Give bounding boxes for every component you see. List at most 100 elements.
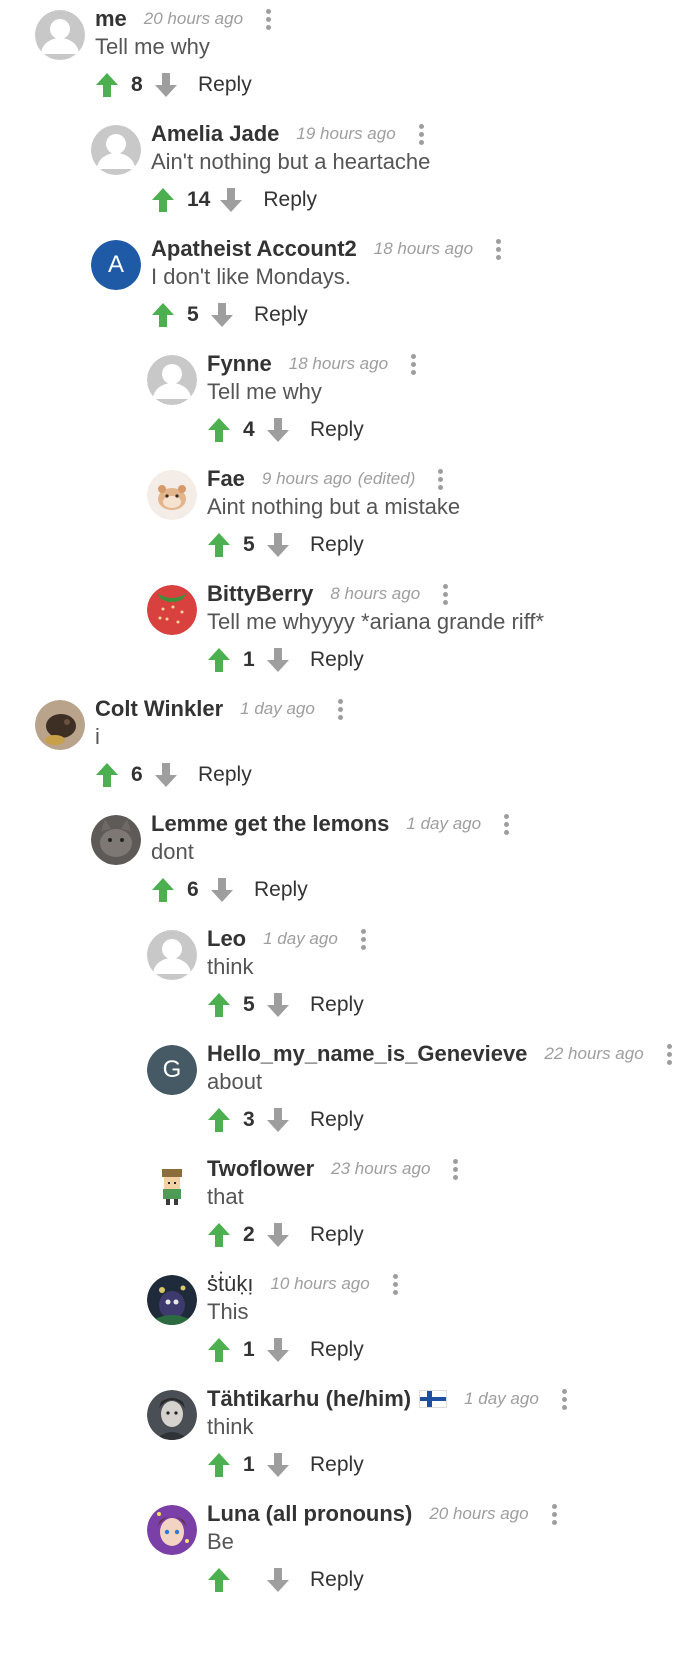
vote-count: 4: [243, 418, 255, 441]
username[interactable]: Tähtikarhu (he/him): [207, 1386, 411, 1412]
reply-button[interactable]: Reply: [310, 993, 364, 1017]
more-options-icon[interactable]: [418, 122, 424, 146]
reply-button[interactable]: Reply: [310, 418, 364, 442]
more-options-icon[interactable]: [410, 352, 417, 376]
more-options-icon[interactable]: [337, 697, 343, 721]
timestamp[interactable]: 1 day ago: [263, 929, 338, 949]
upvote-arrow-icon[interactable]: [207, 1337, 231, 1363]
username[interactable]: Colt Winkler: [95, 696, 223, 722]
upvote-arrow-icon[interactable]: [207, 1452, 231, 1478]
portrait-avatar[interactable]: [147, 1390, 197, 1440]
strawberry-avatar[interactable]: [147, 585, 197, 635]
default-avatar[interactable]: [147, 355, 197, 405]
upvote-arrow-icon[interactable]: [95, 762, 119, 788]
reply-button[interactable]: Reply: [198, 73, 252, 97]
timestamp[interactable]: 20 hours ago: [144, 9, 243, 29]
upvote-arrow-icon[interactable]: [207, 532, 231, 558]
letter-avatar[interactable]: G: [147, 1045, 197, 1095]
more-options-icon[interactable]: [265, 7, 272, 31]
downvote-arrow-icon[interactable]: [210, 302, 234, 328]
reply-button[interactable]: Reply: [310, 1223, 364, 1247]
username[interactable]: Luna (all pronouns): [207, 1501, 412, 1527]
username[interactable]: Fynne: [207, 351, 272, 377]
more-options-icon[interactable]: [392, 1272, 398, 1296]
username[interactable]: Twoflower: [207, 1156, 314, 1182]
reply-button[interactable]: Reply: [310, 1453, 364, 1477]
reply-button[interactable]: Reply: [198, 763, 252, 787]
username[interactable]: Amelia Jade: [151, 121, 279, 147]
default-avatar[interactable]: [147, 930, 197, 980]
photo-avatar[interactable]: [35, 700, 85, 750]
upvote-arrow-icon[interactable]: [151, 877, 175, 903]
more-options-icon[interactable]: [360, 927, 366, 951]
hamster-avatar[interactable]: [147, 470, 197, 520]
upvote-arrow-icon[interactable]: [207, 1222, 231, 1248]
downvote-arrow-icon[interactable]: [266, 1337, 290, 1363]
reply-button[interactable]: Reply: [310, 1108, 364, 1132]
more-options-icon[interactable]: [551, 1502, 557, 1526]
reply-button[interactable]: Reply: [310, 1338, 364, 1362]
downvote-arrow-icon[interactable]: [266, 1567, 290, 1593]
reply-button[interactable]: Reply: [310, 648, 364, 672]
timestamp[interactable]: 9 hours ago: [262, 469, 352, 489]
timestamp[interactable]: 10 hours ago: [270, 1274, 369, 1294]
username[interactable]: me: [95, 6, 127, 32]
downvote-arrow-icon[interactable]: [154, 72, 178, 98]
timestamp[interactable]: 18 hours ago: [289, 354, 388, 374]
downvote-arrow-icon[interactable]: [219, 187, 243, 213]
timestamp[interactable]: 18 hours ago: [374, 239, 473, 259]
upvote-arrow-icon[interactable]: [151, 302, 175, 328]
upvote-arrow-icon[interactable]: [207, 1107, 231, 1133]
more-options-icon[interactable]: [437, 467, 444, 491]
downvote-arrow-icon[interactable]: [266, 417, 290, 443]
reply-button[interactable]: Reply: [263, 188, 317, 212]
username[interactable]: Apatheist Account2: [151, 236, 357, 262]
timestamp[interactable]: 19 hours ago: [296, 124, 395, 144]
timestamp[interactable]: 20 hours ago: [429, 1504, 528, 1524]
username[interactable]: Fae: [207, 466, 245, 492]
upvote-arrow-icon[interactable]: [207, 992, 231, 1018]
timestamp[interactable]: 22 hours ago: [544, 1044, 643, 1064]
cat-photo-avatar[interactable]: [91, 815, 141, 865]
timestamp[interactable]: 1 day ago: [240, 699, 315, 719]
username[interactable]: BittyBerry: [207, 581, 313, 607]
downvote-arrow-icon[interactable]: [266, 532, 290, 558]
letter-avatar[interactable]: A: [91, 240, 141, 290]
pixel-character-avatar[interactable]: [147, 1160, 197, 1210]
more-options-icon[interactable]: [495, 237, 502, 261]
upvote-arrow-icon[interactable]: [207, 647, 231, 673]
downvote-arrow-icon[interactable]: [154, 762, 178, 788]
reply-button[interactable]: Reply: [310, 1568, 364, 1592]
username[interactable]: Lemme get the lemons: [151, 811, 389, 837]
username[interactable]: ṡ̇ṫu̇ḳı̣: [207, 1271, 253, 1297]
night-photo-avatar[interactable]: [147, 1275, 197, 1325]
username[interactable]: Hello_my_name_is_Genevieve: [207, 1041, 527, 1067]
reply-button[interactable]: Reply: [254, 303, 308, 327]
upvote-arrow-icon[interactable]: [207, 417, 231, 443]
upvote-arrow-icon[interactable]: [95, 72, 119, 98]
downvote-arrow-icon[interactable]: [266, 1107, 290, 1133]
timestamp[interactable]: 1 day ago: [406, 814, 481, 834]
upvote-arrow-icon[interactable]: [207, 1567, 231, 1593]
username[interactable]: Leo: [207, 926, 246, 952]
upvote-arrow-icon[interactable]: [151, 187, 175, 213]
more-options-icon[interactable]: [666, 1042, 672, 1066]
timestamp[interactable]: 8 hours ago: [330, 584, 420, 604]
more-options-icon[interactable]: [442, 582, 449, 606]
anime-avatar[interactable]: [147, 1505, 197, 1555]
more-options-icon[interactable]: [561, 1387, 567, 1411]
default-avatar[interactable]: [91, 125, 141, 175]
downvote-arrow-icon[interactable]: [266, 992, 290, 1018]
downvote-arrow-icon[interactable]: [266, 1222, 290, 1248]
reply-button[interactable]: Reply: [310, 533, 364, 557]
vote-count: 2: [243, 1223, 255, 1246]
timestamp[interactable]: 1 day ago: [464, 1389, 539, 1409]
default-avatar[interactable]: [35, 10, 85, 60]
downvote-arrow-icon[interactable]: [266, 1452, 290, 1478]
reply-button[interactable]: Reply: [254, 878, 308, 902]
downvote-arrow-icon[interactable]: [266, 647, 290, 673]
timestamp[interactable]: 23 hours ago: [331, 1159, 430, 1179]
more-options-icon[interactable]: [452, 1157, 459, 1181]
downvote-arrow-icon[interactable]: [210, 877, 234, 903]
more-options-icon[interactable]: [503, 812, 510, 836]
